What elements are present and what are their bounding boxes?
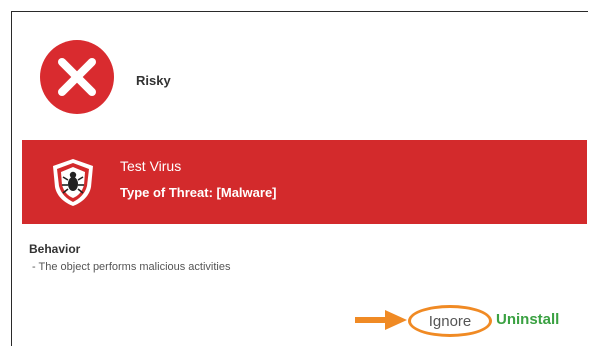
behavior-heading: Behavior (29, 242, 81, 256)
threat-name: Test Virus (120, 158, 182, 174)
uninstall-button[interactable]: Uninstall (496, 311, 559, 328)
shield-bug-icon (53, 159, 93, 206)
threat-banner: Test Virus Type of Threat: [Malware] (22, 140, 587, 224)
red-x-circle-icon (40, 40, 114, 114)
threat-type: Type of Threat: [Malware] (120, 185, 277, 200)
ignore-label: Ignore (428, 312, 472, 330)
status-row: Risky (12, 12, 588, 140)
behavior-item: - The object performs malicious activiti… (32, 261, 231, 273)
status-label: Risky (136, 73, 171, 88)
arrow-right-icon (355, 310, 407, 330)
ignore-button[interactable]: Ignore (408, 305, 492, 337)
threat-dialog: Risky Test Virus Type of Threat: [Malwar… (11, 11, 588, 346)
